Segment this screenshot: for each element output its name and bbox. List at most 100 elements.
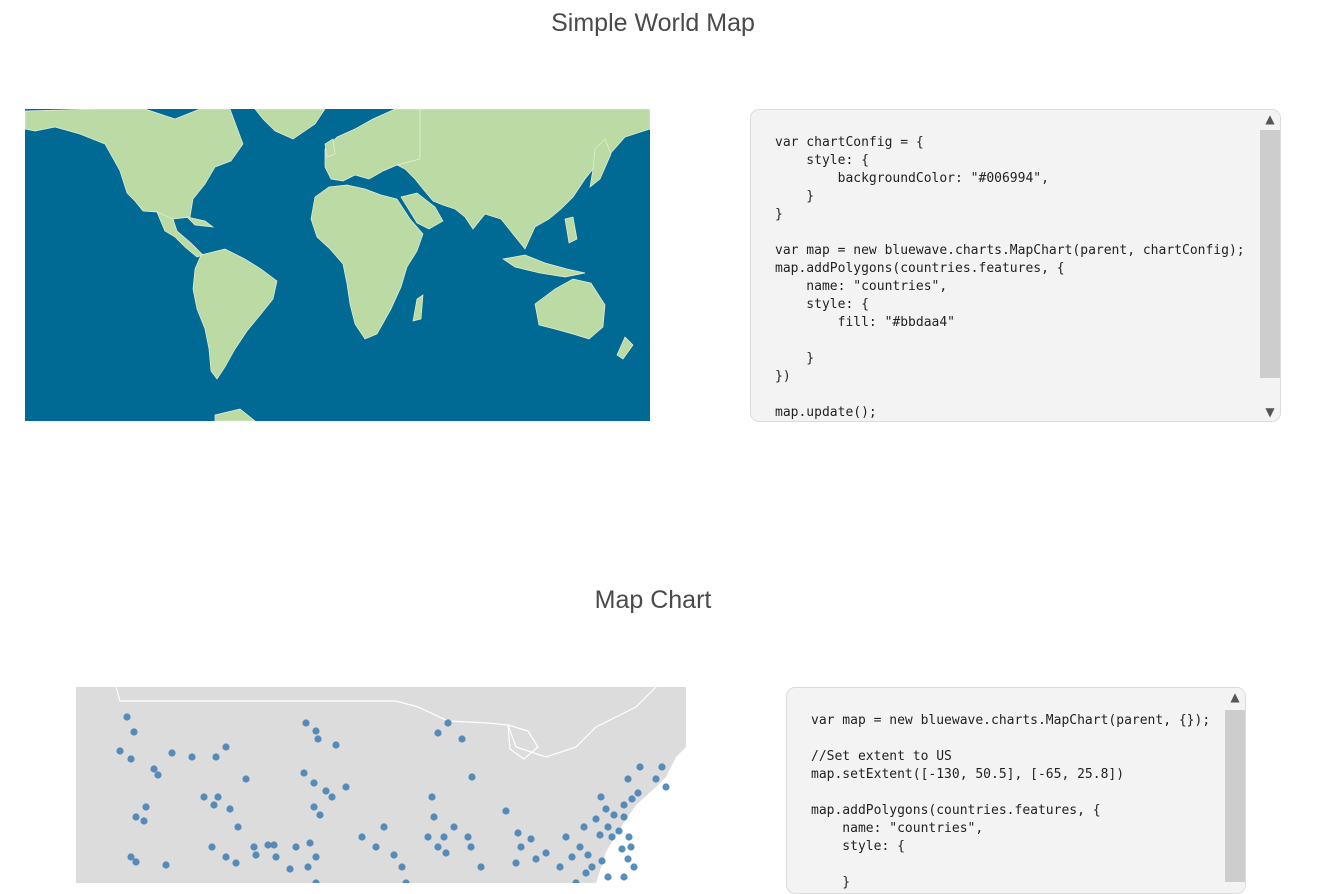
city-point [658,763,666,771]
city-point [250,843,258,851]
city-point [130,728,138,736]
city-point [142,803,150,811]
city-point [624,775,632,783]
city-point [634,789,642,797]
scrollbar[interactable]: ▲ ▼ [1260,110,1280,421]
city-point [592,815,600,823]
world-map [25,109,650,421]
city-point [598,857,606,865]
city-point [584,851,592,859]
world-map-svg [25,109,650,421]
city-point [398,863,406,871]
scroll-thumb[interactable] [1225,710,1245,882]
code-box-map-chart[interactable]: var map = new bluewave.charts.MapChart(p… [786,687,1246,894]
city-point [636,763,644,771]
city-point [434,843,442,851]
city-point [132,813,140,821]
city-point [620,873,628,881]
section-title-map-chart: Map Chart [594,586,712,614]
city-point [652,775,660,783]
city-point [430,813,438,821]
city-point [597,793,605,801]
city-point [630,863,638,871]
city-point [208,843,216,851]
city-point [428,793,436,801]
city-point [424,833,432,841]
city-point [628,795,636,803]
city-point [214,793,222,801]
city-point [316,811,324,819]
city-point [286,865,294,873]
city-point [390,851,398,859]
city-point [234,823,242,831]
city-point [168,749,176,757]
city-point [116,747,124,755]
scrollbar[interactable]: ▲ [1225,688,1245,893]
city-point [615,827,623,835]
code-block-map-chart: var map = new bluewave.charts.MapChart(p… [811,713,1211,890]
city-point [252,851,260,859]
city-point [310,779,318,787]
chevron-up-icon[interactable]: ▲ [1260,110,1280,128]
city-point [332,741,340,749]
city-point [302,719,310,727]
city-point [150,765,158,773]
city-point [123,713,131,721]
city-point [232,859,240,867]
city-point [582,869,590,877]
city-point [610,811,618,819]
city-point [576,843,584,851]
city-point [467,843,475,851]
city-point [608,833,616,841]
city-point [270,841,278,849]
city-point [517,843,525,851]
city-point [222,743,230,751]
city-point [328,793,336,801]
city-point [342,783,350,791]
city-point [627,843,635,851]
city-point [604,823,612,831]
chevron-up-icon[interactable]: ▲ [1225,688,1245,706]
city-point [442,849,450,857]
city-point [310,803,318,811]
city-point [527,835,535,843]
city-point [556,863,564,871]
city-point [588,863,596,871]
city-point [444,719,452,727]
city-point [312,853,320,861]
city-point [312,727,320,735]
scroll-thumb[interactable] [1260,130,1280,378]
city-point [272,853,280,861]
city-point [314,735,322,743]
city-point [512,859,520,867]
city-point [477,863,485,871]
city-point [300,769,308,777]
city-point [624,855,632,863]
city-point [662,783,670,791]
city-point [514,829,522,837]
city-point [464,833,472,841]
city-point [440,833,448,841]
city-point [532,855,540,863]
city-point [580,823,588,831]
city-point [602,805,610,813]
city-point [188,753,196,761]
code-block-world-map: var chartConfig = { style: { backgroundC… [775,135,1245,420]
us-map-svg [76,687,686,883]
city-point [358,833,366,841]
code-box-world-map[interactable]: var chartConfig = { style: { backgroundC… [750,109,1281,422]
city-point [618,845,626,853]
city-point [212,753,220,761]
city-point [620,813,628,821]
city-point [132,858,140,866]
city-point [450,823,458,831]
city-point [542,849,550,857]
city-point [596,831,604,839]
city-point [434,729,442,737]
city-point [292,843,300,851]
city-point [306,839,314,847]
us-land [76,687,686,883]
city-point [620,801,628,809]
chevron-down-icon[interactable]: ▼ [1260,403,1280,421]
city-point [458,735,466,743]
